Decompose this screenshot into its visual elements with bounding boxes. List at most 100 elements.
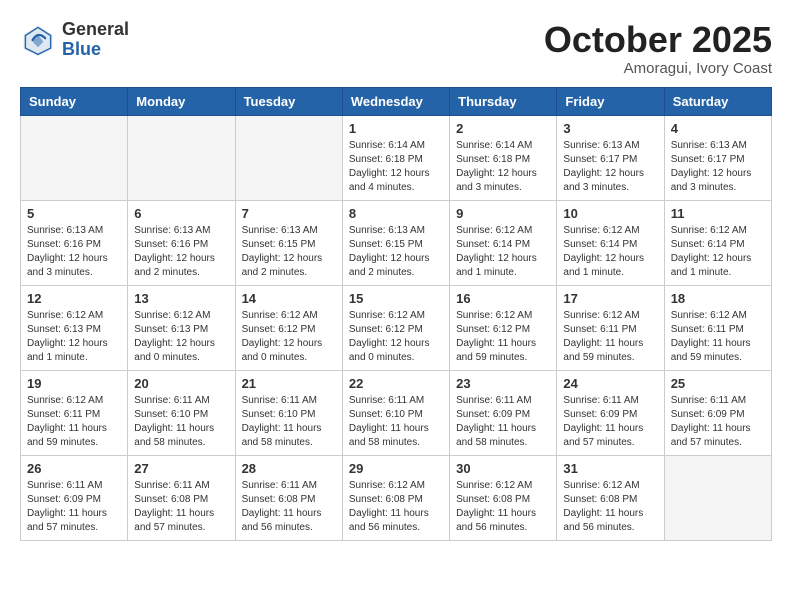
day-info: Sunrise: 6:11 AM Sunset: 6:09 PM Dayligh… <box>456 394 550 450</box>
day-info: Sunrise: 6:12 AM Sunset: 6:14 PM Dayligh… <box>671 224 765 280</box>
day-number: 31 <box>563 461 657 476</box>
day-info: Sunrise: 6:12 AM Sunset: 6:14 PM Dayligh… <box>563 224 657 280</box>
day-number: 6 <box>134 206 228 221</box>
logo-text: General Blue <box>62 20 129 60</box>
day-number: 26 <box>27 461 121 476</box>
calendar-cell: 4 Sunrise: 6:13 AM Sunset: 6:17 PM Daylig… <box>664 115 771 200</box>
day-info: Sunrise: 6:13 AM Sunset: 6:17 PM Dayligh… <box>563 139 657 195</box>
day-number: 1 <box>349 121 443 136</box>
day-number: 13 <box>134 291 228 306</box>
weekday-header-saturday: Saturday <box>664 87 771 115</box>
week-row-4: 19 Sunrise: 6:12 AM Sunset: 6:11 PM Dayli… <box>21 370 772 455</box>
calendar-cell: 9 Sunrise: 6:12 AM Sunset: 6:14 PM Daylig… <box>450 200 557 285</box>
day-number: 28 <box>242 461 336 476</box>
day-info: Sunrise: 6:12 AM Sunset: 6:11 PM Dayligh… <box>563 309 657 365</box>
day-info: Sunrise: 6:14 AM Sunset: 6:18 PM Dayligh… <box>349 139 443 195</box>
weekday-header-sunday: Sunday <box>21 87 128 115</box>
calendar-cell: 6 Sunrise: 6:13 AM Sunset: 6:16 PM Daylig… <box>128 200 235 285</box>
calendar-cell: 8Sunrise: 6:13 AM Sunset: 6:15 PM Daylig… <box>342 200 449 285</box>
calendar-cell <box>128 115 235 200</box>
location-subtitle: Amoragui, Ivory Coast <box>544 60 772 77</box>
day-number: 9 <box>456 206 550 221</box>
weekday-header-tuesday: Tuesday <box>235 87 342 115</box>
weekday-header-friday: Friday <box>557 87 664 115</box>
day-info: Sunrise: 6:12 AM Sunset: 6:13 PM Dayligh… <box>134 309 228 365</box>
day-number: 27 <box>134 461 228 476</box>
calendar-cell: 20Sunrise: 6:11 AM Sunset: 6:10 PM Dayli… <box>128 370 235 455</box>
day-info: Sunrise: 6:11 AM Sunset: 6:08 PM Dayligh… <box>242 479 336 535</box>
month-title: October 2025 <box>544 20 772 60</box>
day-info: Sunrise: 6:12 AM Sunset: 6:08 PM Dayligh… <box>563 479 657 535</box>
calendar-cell: 12 Sunrise: 6:12 AM Sunset: 6:13 PM Dayli… <box>21 285 128 370</box>
calendar-cell: 21 Sunrise: 6:11 AM Sunset: 6:10 PM Dayli… <box>235 370 342 455</box>
calendar-cell: 28 Sunrise: 6:11 AM Sunset: 6:08 PM Dayli… <box>235 455 342 540</box>
day-number: 23 <box>456 376 550 391</box>
day-number: 19 <box>27 376 121 391</box>
weekday-header-monday: Monday <box>128 87 235 115</box>
calendar-cell: 19 Sunrise: 6:12 AM Sunset: 6:11 PM Dayli… <box>21 370 128 455</box>
weekday-header-thursday: Thursday <box>450 87 557 115</box>
logo: General Blue <box>20 20 129 60</box>
day-info: Sunrise: 6:12 AM Sunset: 6:12 PM Dayligh… <box>349 309 443 365</box>
calendar-cell: 3Sunrise: 6:13 AM Sunset: 6:17 PM Daylig… <box>557 115 664 200</box>
calendar-cell: 22 Sunrise: 6:11 AM Sunset: 6:10 PM Dayli… <box>342 370 449 455</box>
calendar-cell: 18 Sunrise: 6:12 AM Sunset: 6:11 PM Dayli… <box>664 285 771 370</box>
day-info: Sunrise: 6:12 AM Sunset: 6:12 PM Dayligh… <box>456 309 550 365</box>
day-number: 2 <box>456 121 550 136</box>
page-header: General Blue October 2025 Amoragui, Ivor… <box>20 20 772 77</box>
calendar-cell: 7Sunrise: 6:13 AM Sunset: 6:15 PM Daylig… <box>235 200 342 285</box>
week-row-1: 1 Sunrise: 6:14 AM Sunset: 6:18 PM Daylig… <box>21 115 772 200</box>
calendar-cell: 2Sunrise: 6:14 AM Sunset: 6:18 PM Daylig… <box>450 115 557 200</box>
calendar-cell: 25Sunrise: 6:11 AM Sunset: 6:09 PM Dayli… <box>664 370 771 455</box>
calendar-cell: 17Sunrise: 6:12 AM Sunset: 6:11 PM Dayli… <box>557 285 664 370</box>
title-area: October 2025 Amoragui, Ivory Coast <box>544 20 772 77</box>
calendar-cell <box>235 115 342 200</box>
calendar-cell: 23 Sunrise: 6:11 AM Sunset: 6:09 PM Dayli… <box>450 370 557 455</box>
day-number: 21 <box>242 376 336 391</box>
day-info: Sunrise: 6:12 AM Sunset: 6:11 PM Dayligh… <box>27 394 121 450</box>
logo-blue-text: Blue <box>62 40 129 60</box>
day-info: Sunrise: 6:12 AM Sunset: 6:11 PM Dayligh… <box>671 309 765 365</box>
logo-icon <box>20 22 56 58</box>
calendar-cell: 11Sunrise: 6:12 AM Sunset: 6:14 PM Dayli… <box>664 200 771 285</box>
week-row-5: 26 Sunrise: 6:11 AM Sunset: 6:09 PM Dayli… <box>21 455 772 540</box>
calendar-cell: 5Sunrise: 6:13 AM Sunset: 6:16 PM Daylig… <box>21 200 128 285</box>
calendar-cell: 29Sunrise: 6:12 AM Sunset: 6:08 PM Dayli… <box>342 455 449 540</box>
day-info: Sunrise: 6:12 AM Sunset: 6:13 PM Dayligh… <box>27 309 121 365</box>
calendar-cell: 1 Sunrise: 6:14 AM Sunset: 6:18 PM Daylig… <box>342 115 449 200</box>
day-number: 20 <box>134 376 228 391</box>
day-info: Sunrise: 6:12 AM Sunset: 6:08 PM Dayligh… <box>456 479 550 535</box>
calendar-cell: 14 Sunrise: 6:12 AM Sunset: 6:12 PM Dayli… <box>235 285 342 370</box>
calendar-cell: 10 Sunrise: 6:12 AM Sunset: 6:14 PM Dayli… <box>557 200 664 285</box>
calendar-cell: 31 Sunrise: 6:12 AM Sunset: 6:08 PM Dayli… <box>557 455 664 540</box>
day-info: Sunrise: 6:12 AM Sunset: 6:14 PM Dayligh… <box>456 224 550 280</box>
day-info: Sunrise: 6:11 AM Sunset: 6:09 PM Dayligh… <box>27 479 121 535</box>
calendar-cell: 30 Sunrise: 6:12 AM Sunset: 6:08 PM Dayli… <box>450 455 557 540</box>
weekday-header-row: SundayMondayTuesdayWednesdayThursdayFrid… <box>21 87 772 115</box>
day-number: 18 <box>671 291 765 306</box>
day-info: Sunrise: 6:13 AM Sunset: 6:16 PM Dayligh… <box>27 224 121 280</box>
week-row-3: 12 Sunrise: 6:12 AM Sunset: 6:13 PM Dayli… <box>21 285 772 370</box>
day-info: Sunrise: 6:12 AM Sunset: 6:08 PM Dayligh… <box>349 479 443 535</box>
day-number: 22 <box>349 376 443 391</box>
day-number: 30 <box>456 461 550 476</box>
day-info: Sunrise: 6:12 AM Sunset: 6:12 PM Dayligh… <box>242 309 336 365</box>
day-info: Sunrise: 6:13 AM Sunset: 6:17 PM Dayligh… <box>671 139 765 195</box>
day-info: Sunrise: 6:11 AM Sunset: 6:08 PM Dayligh… <box>134 479 228 535</box>
logo-general-text: General <box>62 20 129 40</box>
day-info: Sunrise: 6:11 AM Sunset: 6:10 PM Dayligh… <box>242 394 336 450</box>
weekday-header-wednesday: Wednesday <box>342 87 449 115</box>
day-info: Sunrise: 6:13 AM Sunset: 6:16 PM Dayligh… <box>134 224 228 280</box>
day-number: 14 <box>242 291 336 306</box>
calendar-cell <box>664 455 771 540</box>
day-number: 10 <box>563 206 657 221</box>
day-number: 12 <box>27 291 121 306</box>
calendar-cell: 24Sunrise: 6:11 AM Sunset: 6:09 PM Dayli… <box>557 370 664 455</box>
day-number: 8 <box>349 206 443 221</box>
day-number: 7 <box>242 206 336 221</box>
day-number: 4 <box>671 121 765 136</box>
day-info: Sunrise: 6:11 AM Sunset: 6:09 PM Dayligh… <box>671 394 765 450</box>
calendar-cell: 16Sunrise: 6:12 AM Sunset: 6:12 PM Dayli… <box>450 285 557 370</box>
calendar-cell: 15Sunrise: 6:12 AM Sunset: 6:12 PM Dayli… <box>342 285 449 370</box>
day-info: Sunrise: 6:11 AM Sunset: 6:10 PM Dayligh… <box>349 394 443 450</box>
